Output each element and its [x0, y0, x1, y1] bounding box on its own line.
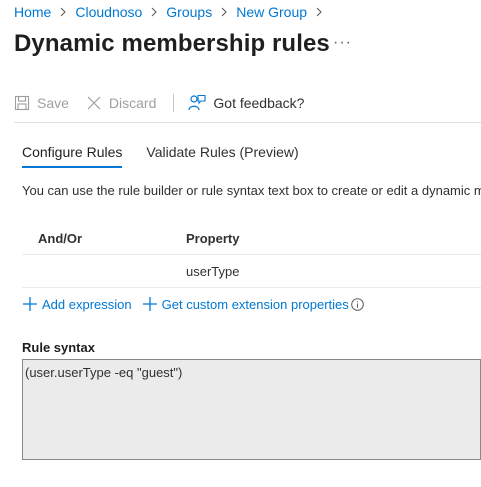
- save-button[interactable]: Save: [14, 95, 69, 111]
- breadcrumb-groups[interactable]: Groups: [166, 4, 212, 20]
- toolbar: Save Discard Got feedback?: [14, 94, 321, 112]
- feedback-label: Got feedback?: [213, 95, 305, 111]
- table-row[interactable]: userType: [22, 255, 481, 288]
- breadcrumb-new-group[interactable]: New Group: [236, 4, 307, 20]
- rule-syntax-textbox[interactable]: (user.userType -eq "guest"): [22, 359, 481, 460]
- save-label: Save: [37, 95, 69, 111]
- toolbar-divider: [173, 94, 175, 112]
- tab-validate-rules[interactable]: Validate Rules (Preview): [146, 144, 298, 168]
- rules-table: And/Or Property userType: [22, 222, 481, 288]
- discard-label: Discard: [108, 95, 157, 111]
- tab-list: Configure Rules Validate Rules (Preview): [22, 144, 323, 168]
- breadcrumb-home[interactable]: Home: [14, 4, 51, 20]
- rule-syntax-label: Rule syntax: [22, 340, 95, 355]
- description-text: You can use the rule builder or rule syn…: [22, 183, 481, 198]
- chevron-right-icon: [312, 5, 326, 19]
- discard-icon: [87, 96, 101, 110]
- add-expression-button[interactable]: Add expression: [22, 296, 132, 312]
- header-and-or: And/Or: [38, 230, 83, 246]
- chevron-right-icon: [147, 5, 161, 19]
- plus-icon: [23, 297, 37, 311]
- feedback-button[interactable]: Got feedback?: [188, 94, 304, 112]
- header-property: Property: [186, 230, 240, 246]
- rule-actions: Add expression Get custom extension prop…: [22, 296, 378, 312]
- breadcrumb-tenant[interactable]: Cloudnoso: [75, 4, 142, 20]
- breadcrumb: Home Cloudnoso Groups New Group: [14, 4, 331, 20]
- cell-property[interactable]: userType: [186, 264, 239, 279]
- table-header: And/Or Property: [22, 222, 481, 255]
- tab-configure-rules[interactable]: Configure Rules: [22, 144, 123, 168]
- more-options-button[interactable]: ···: [333, 34, 352, 52]
- add-expression-label: Add expression: [42, 296, 132, 312]
- info-icon[interactable]: [350, 297, 364, 311]
- chevron-right-icon: [217, 5, 231, 19]
- discard-button[interactable]: Discard: [86, 95, 156, 111]
- toolbar-separator: [14, 122, 481, 123]
- chevron-right-icon: [56, 5, 70, 19]
- plus-icon: [142, 297, 157, 311]
- feedback-icon: [188, 94, 206, 111]
- save-icon: [14, 95, 30, 111]
- custom-extension-label: Get custom extension properties: [161, 296, 349, 312]
- custom-extension-button[interactable]: Get custom extension properties: [142, 296, 368, 312]
- page-title: Dynamic membership rules: [14, 30, 330, 57]
